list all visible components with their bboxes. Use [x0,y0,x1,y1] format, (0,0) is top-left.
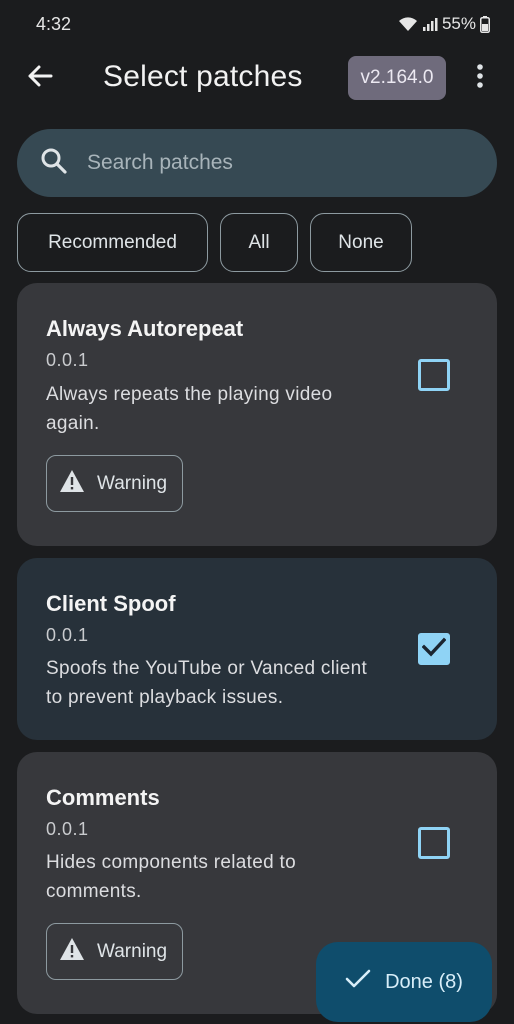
patch-description: Always repeats the playing video again. [46,384,333,434]
wifi-icon [398,16,418,32]
patch-card[interactable]: Client Spoof 0.0.1 Spoofs the YouTube or… [17,558,497,740]
warning-label: Warning [97,472,168,494]
warning-label: Warning [97,940,168,962]
arrow-back-icon [27,64,53,93]
patch-version: 0.0.1 [46,819,89,839]
filter-none-button[interactable]: None [310,213,412,272]
patch-version: 0.0.1 [46,625,89,645]
status-icons: 55% [398,14,490,34]
signal-icon [422,16,438,32]
more-vert-icon [476,63,484,94]
check-icon [345,969,371,995]
status-time: 4:32 [36,14,72,34]
search-input[interactable] [87,151,497,175]
done-label: Done (8) [385,970,463,993]
patch-card[interactable]: Always Autorepeat 0.0.1 Always repeats t… [17,283,497,546]
patch-checkbox[interactable] [418,359,450,391]
patch-checkbox[interactable] [418,633,450,665]
filter-recommended-button[interactable]: Recommended [17,213,208,272]
patch-name: Comments [46,785,160,810]
search-bar[interactable] [17,129,497,197]
patch-name: Client Spoof [46,591,176,616]
patch-description: Spoofs the YouTube or Vanced client to p… [46,658,368,708]
app-bar: Select patches v2.164.0 [0,50,514,106]
patch-name: Always Autorepeat [46,316,244,341]
patch-version: 0.0.1 [46,350,89,370]
warning-button[interactable]: Warning [46,455,183,512]
battery-icon [480,15,490,33]
checkmark-icon [421,637,447,662]
warning-icon [59,937,85,967]
warning-icon [59,469,85,499]
done-button[interactable]: Done (8) [316,942,492,1022]
version-chip[interactable]: v2.164.0 [348,56,446,100]
page-title: Select patches [103,60,303,93]
more-options-button[interactable] [466,58,494,98]
search-icon [40,147,68,180]
battery-percent: 55% [441,14,476,33]
back-button[interactable] [20,58,60,98]
filter-all-button[interactable]: All [220,213,298,272]
status-bar: 4:32 55% [0,0,514,50]
filter-chips: Recommended All None [17,213,412,272]
warning-button[interactable]: Warning [46,923,183,980]
patch-checkbox[interactable] [418,827,450,859]
patch-description: Hides components related to comments. [46,852,296,902]
